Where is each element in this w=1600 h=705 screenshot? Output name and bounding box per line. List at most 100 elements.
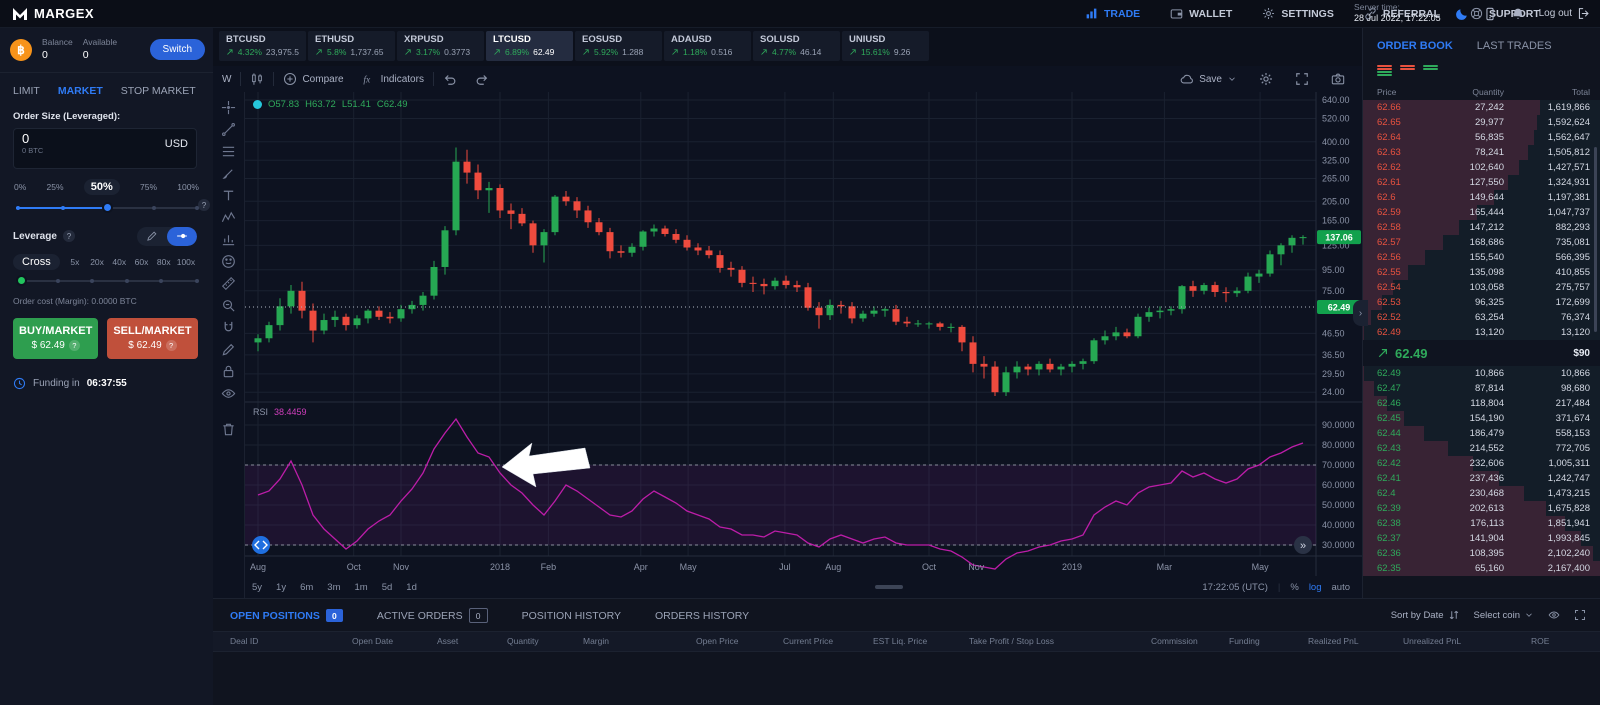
orderbook-row[interactable]: 62.45154,190371,674: [1363, 411, 1600, 426]
leverage-slider-button[interactable]: [167, 227, 197, 246]
scale-auto-button[interactable]: auto: [1332, 582, 1351, 593]
magnet-icon[interactable]: [221, 320, 236, 335]
pencil-icon[interactable]: [221, 342, 236, 357]
sell-market-button[interactable]: SELL/MARKET $ 62.49 ?: [107, 318, 197, 359]
range-6m[interactable]: 6m: [293, 582, 320, 593]
save-layout-button[interactable]: Save: [1171, 72, 1246, 86]
eye-icon[interactable]: [221, 386, 236, 401]
chart-plot[interactable]: 640.00520.00400.00325.00265.00205.00165.…: [245, 92, 1362, 576]
leverage-slider-thumb[interactable]: [16, 275, 27, 286]
pattern-icon[interactable]: [221, 210, 236, 225]
tab-market[interactable]: MARKET: [58, 85, 103, 97]
leverage-slider[interactable]: [16, 276, 197, 286]
orderbook-row[interactable]: 62.39202,6131,675,828: [1363, 501, 1600, 516]
range-1m[interactable]: 1m: [348, 582, 375, 593]
orderbook-row[interactable]: 62.6378,2411,505,812: [1363, 145, 1600, 160]
fib-lines-icon[interactable]: [221, 144, 236, 159]
select-coin-dropdown[interactable]: Select coin: [1474, 610, 1534, 621]
forecast-icon[interactable]: [221, 232, 236, 247]
tab-orders-history[interactable]: ORDERS HISTORY: [655, 610, 749, 622]
go-to-start-button[interactable]: [252, 536, 270, 554]
orderbook-row[interactable]: 62.4913,12013,120: [1363, 325, 1600, 340]
margin-mode-label[interactable]: Cross: [13, 254, 60, 270]
brush-icon[interactable]: [221, 166, 236, 181]
orderbook-row[interactable]: 62.5396,325172,699: [1363, 295, 1600, 310]
buy-market-button[interactable]: BUY/MARKET $ 62.49 ?: [13, 318, 98, 359]
notifications-bell-icon[interactable]: [1511, 7, 1525, 21]
orderbook-row[interactable]: 62.41237,4361,242,747: [1363, 471, 1600, 486]
ticker-eosusd[interactable]: EOSUSD5.92%1.288: [575, 31, 662, 61]
eye-icon[interactable]: [1548, 609, 1560, 621]
orderbook-row[interactable]: 62.61127,5501,324,931: [1363, 175, 1600, 190]
margex-logo[interactable]: MARGEX: [0, 6, 94, 22]
trend-line-icon[interactable]: [221, 122, 236, 137]
ticker-solusd[interactable]: SOLUSD4.77%46.14: [753, 31, 840, 61]
trash-icon[interactable]: [221, 422, 236, 437]
tab-open-positions[interactable]: OPEN POSITIONS 0: [230, 609, 343, 622]
range-5y[interactable]: 5y: [245, 582, 269, 593]
scale-percent-button[interactable]: %: [1290, 582, 1298, 593]
orderbook-row[interactable]: 62.56155,540566,395: [1363, 250, 1600, 265]
size-mark[interactable]: 25%: [47, 182, 64, 192]
lock-icon[interactable]: [221, 364, 236, 379]
mobile-app-icon[interactable]: [1483, 7, 1497, 21]
logout-button[interactable]: Log out: [1539, 7, 1590, 20]
sort-by-date-button[interactable]: Sort by Date: [1391, 609, 1460, 621]
orderbook-row[interactable]: 62.4787,81498,680: [1363, 381, 1600, 396]
indicators-button[interactable]: fx Indicators: [353, 66, 433, 92]
ruler-icon[interactable]: [221, 276, 236, 291]
ticker-btcusd[interactable]: BTCUSD4.32%23,975.5: [219, 31, 306, 61]
orderbook-row[interactable]: 62.62102,6401,427,571: [1363, 160, 1600, 175]
go-to-realtime-button[interactable]: »: [1294, 536, 1312, 554]
orderbook-row[interactable]: 62.44186,479558,153: [1363, 426, 1600, 441]
ticker-adausd[interactable]: ADAUSD1.18%0.516: [664, 31, 751, 61]
orderbook-row[interactable]: 62.6456,8351,562,647: [1363, 130, 1600, 145]
range-1d[interactable]: 1d: [399, 582, 424, 593]
switch-button[interactable]: Switch: [150, 39, 205, 60]
range-5d[interactable]: 5d: [375, 582, 400, 593]
order-size-help-icon[interactable]: ?: [198, 199, 210, 211]
timeframe-button[interactable]: W: [213, 66, 240, 92]
orderbook-row[interactable]: 62.43214,552772,705: [1363, 441, 1600, 456]
zoom-in-icon[interactable]: [221, 298, 236, 313]
orderbook-row[interactable]: 62.6529,9771,592,624: [1363, 115, 1600, 130]
size-slider-thumb[interactable]: [102, 202, 113, 213]
lever-help-icon[interactable]: ?: [63, 230, 75, 242]
chart-settings-button[interactable]: [1250, 72, 1282, 86]
tab-order-book[interactable]: ORDER BOOK: [1377, 40, 1453, 52]
tab-position-history[interactable]: POSITION HISTORY: [522, 610, 621, 622]
scale-log-button[interactable]: log: [1309, 582, 1322, 593]
theme-moon-icon[interactable]: [1455, 7, 1469, 21]
undo-button[interactable]: [434, 66, 466, 92]
size-mark[interactable]: 75%: [140, 182, 157, 192]
orderbook-row[interactable]: 62.46118,804217,484: [1363, 396, 1600, 411]
view-asks-icon[interactable]: [1400, 65, 1415, 77]
orderbook-row[interactable]: 62.54103,058275,757: [1363, 280, 1600, 295]
emoji-icon[interactable]: [221, 254, 236, 269]
orderbook-collapse-button[interactable]: ›: [1353, 300, 1368, 326]
nav-wallet[interactable]: WALLET: [1170, 7, 1232, 20]
size-slider[interactable]: [16, 203, 197, 213]
nav-settings[interactable]: SETTINGS: [1262, 7, 1334, 20]
orderbook-row[interactable]: 62.59165,4441,047,737: [1363, 205, 1600, 220]
size-mark[interactable]: 0%: [14, 182, 26, 192]
chart-scrollbar[interactable]: [875, 585, 903, 589]
orderbook-row[interactable]: 62.42232,6061,005,311: [1363, 456, 1600, 471]
nav-trade[interactable]: TRADE: [1085, 7, 1140, 20]
chart-snapshot-button[interactable]: [1322, 72, 1354, 86]
orderbook-scrollbar[interactable]: [1594, 147, 1597, 332]
orderbook-row[interactable]: 62.37141,9041,993,845: [1363, 531, 1600, 546]
ticker-ltcusd[interactable]: LTCUSD6.89%62.49: [486, 31, 573, 61]
order-size-input[interactable]: 0 0 BTC USD: [13, 128, 197, 169]
view-bids-icon[interactable]: [1423, 65, 1438, 77]
orderbook-row[interactable]: 62.4910,86610,866: [1363, 366, 1600, 381]
text-icon[interactable]: [221, 188, 236, 203]
chart-fullscreen-button[interactable]: [1286, 72, 1318, 86]
orderbook-row[interactable]: 62.36108,3952,102,240: [1363, 546, 1600, 561]
ticker-ethusd[interactable]: ETHUSD5.8%1,737.65: [308, 31, 395, 61]
range-1y[interactable]: 1y: [269, 582, 293, 593]
chart-style-button[interactable]: [241, 66, 273, 92]
orderbook-row[interactable]: 62.3565,1602,167,400: [1363, 561, 1600, 576]
size-mark[interactable]: 50%: [84, 179, 120, 195]
ticker-xrpusd[interactable]: XRPUSD3.17%0.3773: [397, 31, 484, 61]
